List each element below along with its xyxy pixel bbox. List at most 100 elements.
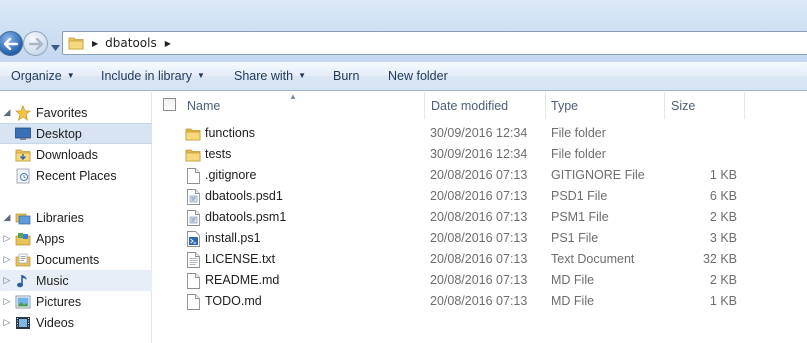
nav-favorites[interactable]: ◢ Favorites	[0, 102, 152, 123]
folder-icon	[68, 36, 84, 50]
file-date-modified: 20/08/2016 07:13	[430, 252, 528, 266]
file-row[interactable]: README.md 20/08/2016 07:13 MD File 2 KB	[153, 270, 807, 291]
file-type: File folder	[551, 147, 606, 161]
desktop-icon	[14, 126, 32, 142]
nav-recent-places[interactable]: Recent Places	[0, 165, 152, 186]
file-date-modified: 20/08/2016 07:13	[430, 189, 528, 203]
organize-label: Organize	[11, 69, 62, 83]
nav-videos[interactable]: ▷ Videos	[0, 312, 152, 333]
file-icon	[185, 293, 201, 310]
file-date-modified: 20/08/2016 07:13	[430, 273, 528, 287]
script-file-icon	[185, 209, 201, 226]
file-row[interactable]: .gitignore 20/08/2016 07:13 GITIGNORE File…	[153, 165, 807, 186]
column-date-label: Date modified	[431, 98, 509, 113]
file-name: LICENSE.txt	[205, 252, 276, 266]
file-type: MD File	[551, 273, 595, 287]
address-bar-region: ▶ dbatools ▶	[0, 0, 807, 62]
column-header-type[interactable]: Type	[546, 92, 665, 119]
breadcrumb-separator-icon[interactable]: ▶	[165, 39, 171, 48]
column-name-label: Name	[187, 98, 221, 113]
new-folder-button[interactable]: New folder	[388, 69, 448, 83]
nav-recent-places-label: Recent Places	[36, 168, 117, 183]
file-name: .gitignore	[205, 168, 257, 182]
recent-pages-dropdown[interactable]	[51, 40, 60, 54]
file-row[interactable]: TODO.md 20/08/2016 07:13 MD File 1 KB	[153, 291, 807, 312]
chevron-down-icon	[51, 45, 60, 51]
expand-arrow-icon[interactable]: ▷	[0, 317, 14, 328]
nav-libraries-label: Libraries	[36, 210, 84, 225]
select-all-checkbox[interactable]	[163, 98, 176, 111]
music-note-icon	[14, 273, 32, 289]
nav-music-label: Music	[36, 273, 69, 288]
documents-library-icon	[14, 252, 32, 268]
file-size: 1 KB	[709, 294, 737, 308]
address-field[interactable]: ▶ dbatools ▶	[62, 31, 807, 55]
expand-arrow-icon[interactable]: ▷	[0, 233, 14, 244]
file-row[interactable]: dbatools.psd1 20/08/2016 07:13 PSD1 File 6 …	[153, 186, 807, 207]
nav-apps[interactable]: ▷ Apps	[0, 228, 152, 249]
back-arrow-icon	[3, 37, 18, 50]
file-name: TODO.md	[205, 294, 262, 308]
nav-libraries[interactable]: ◢ Libraries	[0, 207, 152, 228]
nav-downloads-label: Downloads	[36, 147, 98, 162]
file-name: tests	[205, 147, 232, 161]
file-name: dbatools.psd1	[205, 189, 283, 203]
file-size: 32 KB	[702, 252, 737, 266]
nav-documents[interactable]: ▷ Documents	[0, 249, 152, 270]
file-type: File folder	[551, 126, 606, 140]
breadcrumb-dbatools[interactable]: dbatools	[105, 36, 157, 50]
column-header-name[interactable]: Name ▲	[153, 92, 425, 119]
file-row[interactable]: tests 30/09/2016 12:34 File folder	[153, 144, 807, 165]
nav-pictures[interactable]: ▷ Pictures	[0, 291, 152, 312]
downloads-folder-icon	[14, 147, 32, 163]
file-icon	[185, 272, 201, 289]
file-icon	[185, 167, 201, 184]
back-button[interactable]	[0, 31, 23, 56]
share-with-label: Share with	[234, 69, 294, 83]
organize-button[interactable]: Organize ▼	[11, 69, 75, 83]
nav-desktop[interactable]: Desktop	[0, 123, 152, 144]
file-size: 2 KB	[709, 210, 737, 224]
file-date-modified: 20/08/2016 07:13	[430, 231, 528, 245]
forward-button[interactable]	[23, 31, 48, 56]
file-type: GITIGNORE File	[551, 168, 645, 182]
film-strip-icon	[14, 315, 32, 331]
nav-downloads[interactable]: Downloads	[0, 144, 152, 165]
file-size: 3 KB	[709, 231, 737, 245]
nav-pictures-label: Pictures	[36, 294, 82, 309]
collapse-arrow-icon[interactable]: ◢	[0, 107, 14, 118]
nav-desktop-label: Desktop	[36, 126, 82, 141]
column-header-size[interactable]: Size	[665, 92, 745, 119]
expand-arrow-icon[interactable]: ▷	[0, 275, 14, 286]
file-row[interactable]: install.ps1 20/08/2016 07:13 PS1 File 3 KB	[153, 228, 807, 249]
file-name: install.ps1	[205, 231, 261, 245]
apps-library-icon	[14, 231, 32, 247]
column-header-date-modified[interactable]: Date modified	[425, 92, 546, 119]
nav-music[interactable]: ▷ Music	[0, 270, 152, 291]
nav-documents-label: Documents	[36, 252, 100, 267]
file-row[interactable]: LICENSE.txt 20/08/2016 07:13 Text Document…	[153, 249, 807, 270]
file-date-modified: 30/09/2016 12:34	[430, 147, 528, 161]
include-in-library-button[interactable]: Include in library ▼	[101, 69, 205, 83]
star-icon	[14, 104, 32, 121]
file-date-modified: 30/09/2016 12:34	[430, 126, 528, 140]
expand-arrow-icon[interactable]: ▷	[0, 254, 14, 265]
nav-videos-label: Videos	[36, 315, 74, 330]
file-date-modified: 20/08/2016 07:13	[430, 210, 528, 224]
nav-favorites-label: Favorites	[36, 105, 88, 120]
folder-icon	[185, 146, 201, 163]
share-with-button[interactable]: Share with ▼	[234, 69, 306, 83]
folder-icon	[185, 125, 201, 142]
burn-button[interactable]: Burn	[333, 69, 359, 83]
breadcrumb-separator-icon[interactable]: ▶	[92, 39, 98, 48]
file-row[interactable]: dbatools.psm1 20/08/2016 07:13 PSM1 File 2 …	[153, 207, 807, 228]
file-type: PS1 File	[551, 231, 599, 245]
expand-arrow-icon[interactable]: ▷	[0, 296, 14, 307]
file-size: 6 KB	[709, 189, 737, 203]
powershell-file-icon	[185, 230, 201, 247]
column-size-label: Size	[671, 98, 696, 113]
file-row[interactable]: functions 30/09/2016 12:34 File folder	[153, 123, 807, 144]
chevron-down-icon: ▼	[298, 71, 306, 80]
collapse-arrow-icon[interactable]: ◢	[0, 212, 14, 223]
file-type: PSD1 File	[551, 189, 608, 203]
